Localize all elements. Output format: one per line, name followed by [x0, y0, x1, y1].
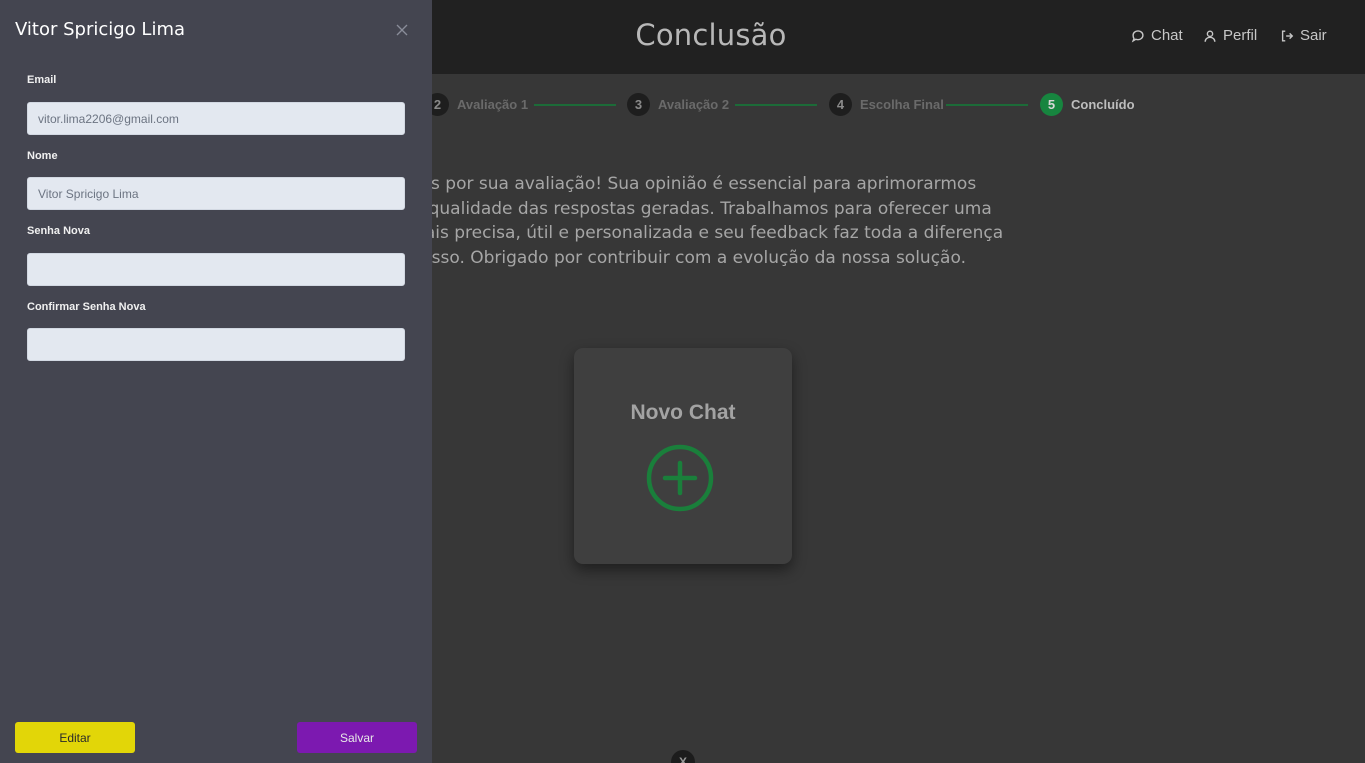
plus-circle-icon — [646, 444, 714, 512]
bottom-close-button[interactable]: X — [671, 750, 695, 763]
confirm-password-field[interactable] — [27, 328, 405, 361]
step-label: Avaliação 2 — [658, 97, 730, 112]
name-label: Nome — [27, 150, 58, 162]
confirm-password-label: Confirmar Senha Nova — [27, 301, 146, 313]
name-field[interactable] — [27, 177, 405, 210]
step-escolha-final: 4 Escolha Final — [829, 93, 944, 116]
nav-chat-label: Chat — [1151, 27, 1183, 44]
edit-button[interactable]: Editar — [15, 722, 135, 753]
step-avaliacao-1: 2 Avaliação 1 — [426, 93, 528, 116]
step-label: Concluído — [1071, 97, 1135, 112]
email-label: Email — [27, 74, 57, 86]
save-button[interactable]: Salvar — [297, 722, 417, 753]
step-connector — [534, 104, 616, 106]
step-number: 4 — [829, 93, 852, 116]
chat-bubble-icon — [1131, 29, 1144, 43]
email-field[interactable] — [27, 102, 405, 135]
step-label: Avaliação 1 — [457, 97, 529, 112]
new-password-label: Senha Nova — [27, 225, 90, 237]
new-password-field[interactable] — [27, 253, 405, 286]
new-chat-title: Novo Chat — [630, 401, 736, 424]
nav-sair-link[interactable]: Sair — [1280, 27, 1327, 44]
step-connector — [946, 104, 1028, 106]
profile-panel: Vitor Spricigo Lima Email Nome Senha Nov… — [0, 0, 432, 763]
user-icon — [1204, 29, 1216, 42]
step-concluido: 5 Concluído — [1040, 93, 1135, 116]
step-label: Escolha Final — [860, 97, 944, 112]
nav-perfil-label: Perfil — [1223, 27, 1258, 44]
logout-icon — [1281, 29, 1294, 42]
nav-sair-label: Sair — [1300, 27, 1327, 44]
new-chat-card[interactable]: Novo Chat — [574, 348, 792, 564]
panel-title: Vitor Spricigo Lima — [15, 19, 186, 40]
step-number: 5 — [1040, 93, 1063, 116]
nav-chat-link[interactable]: Chat — [1131, 27, 1183, 44]
nav-perfil-link[interactable]: Perfil — [1203, 27, 1257, 44]
close-icon[interactable] — [395, 23, 409, 37]
step-avaliacao-2: 3 Avaliação 2 — [627, 93, 729, 116]
step-number: 3 — [627, 93, 650, 116]
step-connector — [735, 104, 817, 106]
